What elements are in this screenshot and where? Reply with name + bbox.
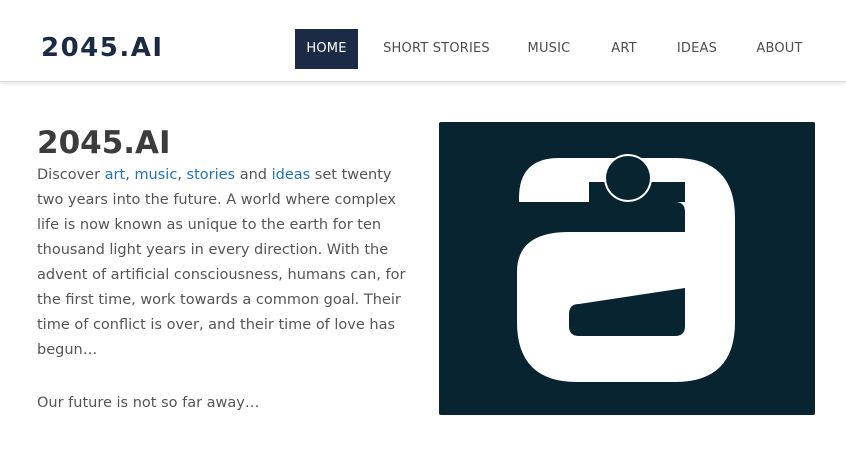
nav-short-stories[interactable]: SHORT STORIES xyxy=(378,29,495,69)
letter-a-logo-icon xyxy=(517,154,735,382)
nav-art[interactable]: ART xyxy=(602,29,646,69)
page-title: 2045.AI xyxy=(37,125,171,161)
intro-paragraph: Discover art, music, stories and ideas s… xyxy=(37,163,419,363)
closing-line: Our future is not so far away… xyxy=(37,395,260,411)
link-music[interactable]: music xyxy=(134,167,177,183)
intro-sep: and xyxy=(235,167,272,183)
intro-text: set twenty two years into the future. A … xyxy=(37,167,406,358)
nav-home[interactable]: HOME xyxy=(295,29,358,69)
nav-music[interactable]: MUSIC xyxy=(516,29,582,69)
intro-sep: , xyxy=(177,167,187,183)
link-art[interactable]: art xyxy=(105,167,126,183)
nav-about[interactable]: ABOUT xyxy=(746,29,813,69)
intro-prefix: Discover xyxy=(37,167,105,183)
link-stories[interactable]: stories xyxy=(187,167,236,183)
hero-image xyxy=(439,122,815,415)
main-nav: HOME SHORT STORIES MUSIC ART IDEAS ABOUT xyxy=(0,29,846,69)
link-ideas[interactable]: ideas xyxy=(272,167,311,183)
site-header: 2045.AI HOME SHORT STORIES MUSIC ART IDE… xyxy=(0,0,846,82)
nav-ideas[interactable]: IDEAS xyxy=(667,29,727,69)
